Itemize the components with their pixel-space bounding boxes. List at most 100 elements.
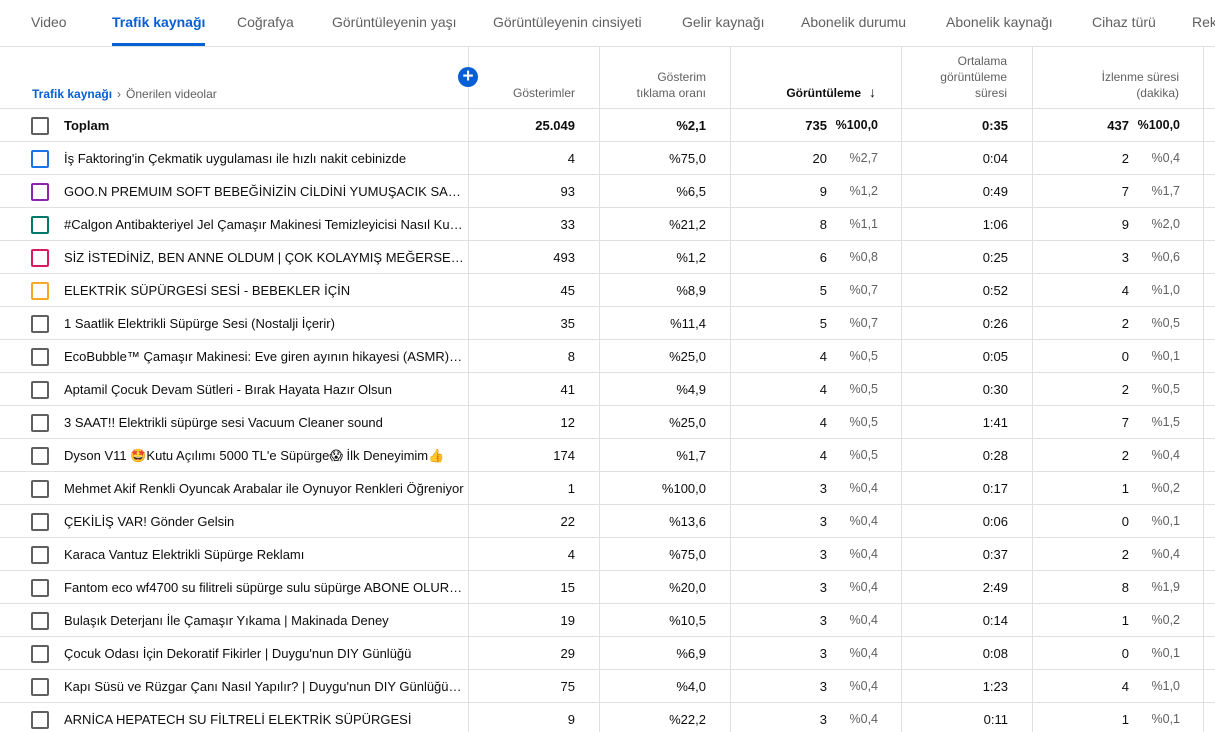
- cell-ctr: %25,0: [669, 349, 706, 364]
- row-checkbox[interactable]: [31, 348, 49, 366]
- tab-3[interactable]: Görüntüleyenin yaşı: [332, 0, 457, 46]
- cell-views-pct: %0,4: [849, 679, 879, 693]
- cell-watch-time: 437: [1107, 118, 1129, 133]
- row-title: Dyson V11 🤩Kutu Açılımı 5000 TL'e Süpürg…: [64, 448, 445, 463]
- row-checkbox[interactable]: [31, 414, 49, 432]
- cell-avg-duration: 0:05: [982, 349, 1008, 364]
- row-checkbox[interactable]: [31, 612, 49, 630]
- tab-0[interactable]: Video: [31, 0, 67, 46]
- cell-watch-time-pct: %0,6: [1151, 250, 1181, 264]
- cell-watch-time-pct: %0,1: [1151, 514, 1181, 528]
- add-column-button[interactable]: +: [458, 67, 478, 87]
- cell-avg-duration: 0:28: [982, 448, 1008, 463]
- table-row[interactable]: Dyson V11 🤩Kutu Açılımı 5000 TL'e Süpürg…: [0, 439, 1215, 472]
- cell-views: 5: [819, 283, 827, 298]
- row-checkbox[interactable]: [31, 249, 49, 267]
- tab-2[interactable]: Coğrafya: [237, 0, 294, 46]
- column-header-watch-time[interactable]: İzlenme süresi (dakika): [1079, 69, 1179, 101]
- table-row[interactable]: Çocuk Odası İçin Dekoratif Fikirler | Du…: [0, 637, 1215, 670]
- cell-views-pct: %0,5: [849, 382, 879, 396]
- breadcrumb-root-link[interactable]: Trafik kaynağı: [32, 87, 112, 101]
- column-header-views[interactable]: Görüntüleme ↓: [726, 84, 876, 101]
- cell-watch-time-pct: %1,5: [1151, 415, 1181, 429]
- cell-impressions: 29: [560, 646, 575, 661]
- checkbox-total[interactable]: [31, 117, 49, 135]
- column-header-ctr[interactable]: Gösterim tıklama oranı: [616, 69, 706, 101]
- cell-views: 4: [819, 448, 827, 463]
- table-row[interactable]: İş Faktoring'in Çekmatik uygulaması ile …: [0, 142, 1215, 175]
- cell-watch-time: 7: [1121, 415, 1129, 430]
- cell-ctr: %11,4: [670, 316, 706, 331]
- row-checkbox[interactable]: [31, 282, 49, 300]
- column-header-impressions[interactable]: Gösterimler: [465, 85, 575, 101]
- cell-avg-duration: 0:17: [982, 481, 1008, 496]
- table-row[interactable]: ELEKTRİK SÜPÜRGESİ SESİ - BEBEKLER İÇİN 4…: [0, 274, 1215, 307]
- tab-1[interactable]: Trafik kaynağı: [112, 0, 206, 46]
- row-checkbox[interactable]: [31, 513, 49, 531]
- cell-ctr: %6,5: [676, 184, 706, 199]
- row-checkbox[interactable]: [31, 711, 49, 729]
- cell-watch-time-pct: %100,0: [1137, 118, 1180, 132]
- table-row[interactable]: Aptamil Çocuk Devam Sütleri - Bırak Haya…: [0, 373, 1215, 406]
- cell-watch-time: 2: [1121, 316, 1129, 331]
- cell-ctr: %100,0: [661, 481, 706, 496]
- column-header-avg-duration[interactable]: Ortalama görüntüleme süresi: [917, 53, 1007, 101]
- row-title: SİZ İSTEDİNİZ, BEN ANNE OLDUM | ÇOK KOLA…: [64, 250, 464, 265]
- tab-8[interactable]: Cihaz türü: [1092, 0, 1156, 46]
- row-checkbox[interactable]: [31, 645, 49, 663]
- row-checkbox[interactable]: [31, 381, 49, 399]
- cell-watch-time: 9: [1121, 217, 1129, 232]
- table-row[interactable]: SİZ İSTEDİNİZ, BEN ANNE OLDUM | ÇOK KOLA…: [0, 241, 1215, 274]
- cell-views-pct: %1,1: [849, 217, 879, 231]
- table-row[interactable]: Bulaşık Deterjanı İle Çamaşır Yıkama | M…: [0, 604, 1215, 637]
- tab-5[interactable]: Gelir kaynağı: [682, 0, 764, 46]
- cell-avg-duration: 0:30: [982, 382, 1008, 397]
- cell-avg-duration: 0:26: [982, 316, 1008, 331]
- table-row[interactable]: ÇEKİLİŞ VAR! Gönder Gelsin 22 %13,6 3 %0,4 0:…: [0, 505, 1215, 538]
- row-checkbox[interactable]: [31, 183, 49, 201]
- tab-7[interactable]: Abonelik kaynağı: [946, 0, 1053, 46]
- chevron-right-icon: ›: [117, 87, 122, 101]
- table-row[interactable]: Kapı Süsü ve Rüzgar Çanı Nasıl Yapılır? …: [0, 670, 1215, 703]
- cell-views-pct: %0,5: [849, 415, 879, 429]
- cell-views-pct: %0,4: [849, 646, 879, 660]
- cell-views-pct: %2,7: [849, 151, 879, 165]
- table-row[interactable]: #Calgon Antibakteriyel Jel Çamaşır Makin…: [0, 208, 1215, 241]
- cell-views: 3: [819, 613, 827, 628]
- cell-views: 3: [819, 679, 827, 694]
- cell-views-pct: %0,8: [849, 250, 879, 264]
- row-checkbox[interactable]: [31, 480, 49, 498]
- cell-avg-duration: 0:52: [982, 283, 1008, 298]
- cell-watch-time: 2: [1121, 448, 1129, 463]
- cell-views-pct: %100,0: [835, 118, 878, 132]
- row-checkbox[interactable]: [31, 579, 49, 597]
- table-row[interactable]: 1 Saatlik Elektrikli Süpürge Sesi (Nosta…: [0, 307, 1215, 340]
- cell-watch-time-pct: %0,1: [1151, 712, 1181, 726]
- table-row[interactable]: Karaca Vantuz Elektrikli Süpürge Reklamı…: [0, 538, 1215, 571]
- table-row[interactable]: 3 SAAT!! Elektrikli süpürge sesi Vacuum …: [0, 406, 1215, 439]
- row-checkbox[interactable]: [31, 678, 49, 696]
- tab-9[interactable]: Reklam türü: [1192, 0, 1215, 46]
- cell-views-pct: %0,4: [849, 481, 879, 495]
- table-row[interactable]: GOO.N PREMUIM SOFT BEBEĞİNİZİN CİLDİNİ Y…: [0, 175, 1215, 208]
- table-row[interactable]: ARNİCA HEPATECH SU FİLTRELİ ELEKTRİK SÜP…: [0, 703, 1215, 732]
- tab-4[interactable]: Görüntüleyenin cinsiyeti: [493, 0, 642, 46]
- table-row[interactable]: EcoBubble™ Çamaşır Makinesi: Eve giren a…: [0, 340, 1215, 373]
- tab-6[interactable]: Abonelik durumu: [801, 0, 906, 46]
- row-checkbox[interactable]: [31, 216, 49, 234]
- row-title: ELEKTRİK SÜPÜRGESİ SESİ - BEBEKLER İÇİN: [64, 283, 351, 298]
- cell-avg-duration: 1:06: [982, 217, 1008, 232]
- cell-watch-time-pct: %0,2: [1151, 481, 1181, 495]
- cell-watch-time-pct: %1,0: [1151, 283, 1181, 297]
- cell-views: 9: [819, 184, 827, 199]
- row-checkbox[interactable]: [31, 447, 49, 465]
- row-checkbox[interactable]: [31, 546, 49, 564]
- cell-avg-duration: 0:11: [983, 712, 1008, 727]
- table-header: Trafik kaynağı › Önerilen videolar + Göste…: [0, 47, 1215, 109]
- table-row[interactable]: Fantom eco wf4700 su filitreli süpürge s…: [0, 571, 1215, 604]
- row-checkbox[interactable]: [31, 315, 49, 333]
- row-title: 3 SAAT!! Elektrikli süpürge sesi Vacuum …: [64, 415, 383, 430]
- table-row[interactable]: Mehmet Akif Renkli Oyuncak Arabalar ile …: [0, 472, 1215, 505]
- cell-watch-time-pct: %2,0: [1151, 217, 1181, 231]
- row-checkbox[interactable]: [31, 150, 49, 168]
